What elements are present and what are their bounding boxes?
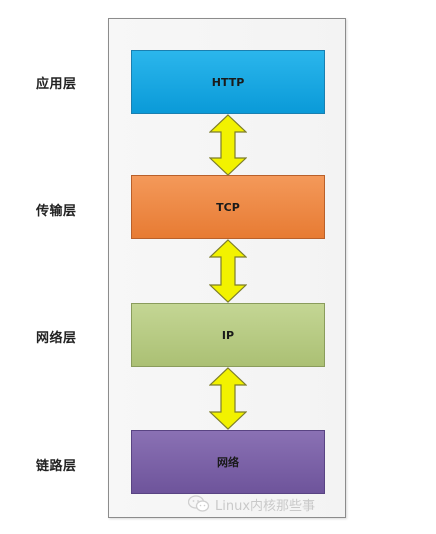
- double-arrow-icon: [209, 239, 247, 303]
- layer-label-network: 网络层: [36, 331, 77, 346]
- watermark-text: Linux内核那些事: [215, 498, 316, 514]
- tcp-box-label: TCP: [216, 200, 240, 214]
- double-arrow-icon: [209, 367, 247, 430]
- watermark: Linux内核那些事: [188, 494, 315, 514]
- tcp-box: TCP: [131, 175, 325, 239]
- http-box: HTTP: [131, 50, 325, 114]
- layer-label-transport: 传输层: [36, 204, 77, 219]
- layer-label-link: 链路层: [36, 459, 77, 474]
- wechat-icon: [188, 495, 210, 512]
- double-arrow-icon: [209, 114, 247, 176]
- ip-box-label: IP: [221, 328, 235, 342]
- layer-label-application: 应用层: [36, 77, 77, 92]
- ip-box: IP: [131, 303, 325, 367]
- link-box-label: 网络: [217, 456, 239, 469]
- link-box: 网络: [131, 430, 325, 494]
- http-box-label: HTTP: [211, 75, 245, 89]
